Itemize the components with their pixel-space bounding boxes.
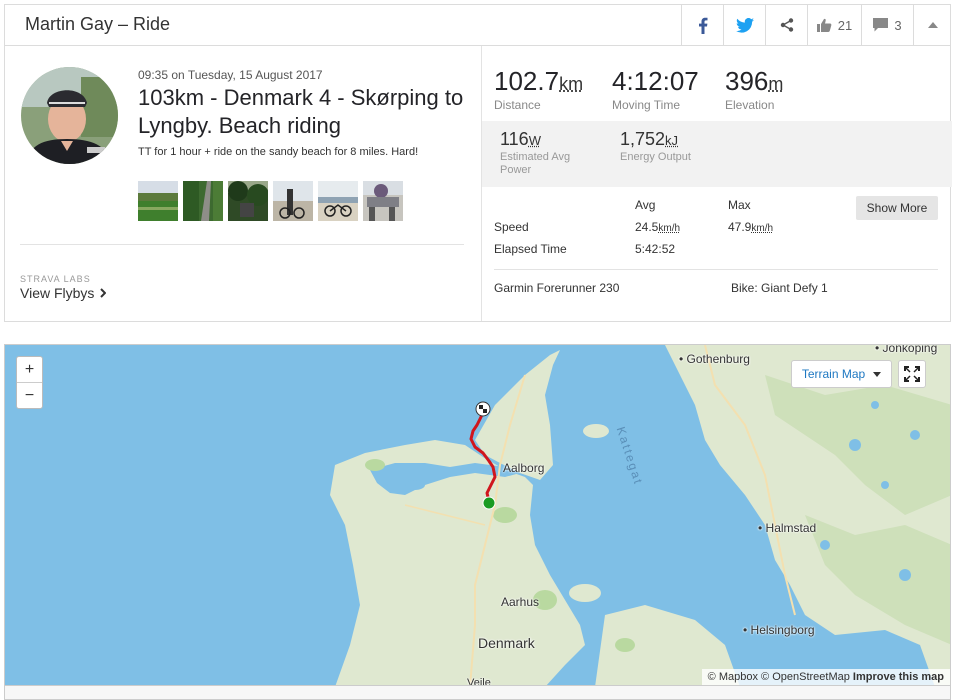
speed-max-unit: km/h: [751, 223, 774, 234]
strava-labs-label: STRAVA LABS: [20, 274, 91, 284]
photo-thumbnail[interactable]: [273, 181, 313, 221]
zoom-out-button[interactable]: −: [17, 383, 42, 409]
speed-max: 47.9km/h: [728, 220, 773, 234]
distance-label: Distance: [494, 98, 541, 112]
avg-header: Avg: [635, 198, 656, 212]
bike-name[interactable]: Bike: Giant Defy 1: [731, 281, 828, 295]
moving-time-value: 4:12:07: [612, 66, 699, 96]
thumbs-up-icon: [816, 18, 832, 32]
city-label: • Halmstad: [758, 521, 817, 535]
map-type-dropdown[interactable]: Terrain Map: [791, 360, 892, 388]
improve-map-link[interactable]: Improve this map: [853, 671, 944, 683]
stat-distance: 102.7km Distance: [494, 66, 583, 112]
max-header: Max: [728, 198, 751, 212]
stat-moving-time: 4:12:07 Moving Time: [612, 66, 699, 112]
comments-count: 3: [894, 17, 902, 33]
photo-thumbnail[interactable]: [318, 181, 358, 221]
photo-thumbnail[interactable]: [183, 181, 223, 221]
facebook-share-button[interactable]: [681, 5, 723, 45]
elapsed-label: Elapsed Time: [494, 242, 567, 256]
activity-title: 103km - Denmark 4 - Skørping to Lyngby. …: [138, 85, 464, 138]
twitter-icon: [735, 17, 754, 33]
activity-summary: 09:35 on Tuesday, 15 August 2017 103km -…: [4, 46, 952, 322]
stat-power: 116W Estimated Avg Power: [500, 129, 590, 177]
city-label: Vejle: [467, 677, 491, 686]
osm-attribution-link[interactable]: © OpenStreetMap: [761, 671, 850, 683]
speed-label: Speed: [494, 220, 529, 234]
power-unit: W: [528, 133, 541, 148]
collapse-button[interactable]: [913, 5, 951, 45]
activity-header: Martin Gay – Ride 21 3: [4, 4, 951, 46]
speed-avg-value: 24.5: [635, 220, 659, 234]
view-flybys-link[interactable]: View Flybys: [20, 285, 107, 301]
elevation-unit: m: [768, 74, 784, 94]
photo-thumbnail[interactable]: [363, 181, 403, 221]
elapsed-value: 5:42:52: [635, 242, 676, 256]
page-title: Martin Gay – Ride: [25, 14, 171, 34]
kudos-button[interactable]: 21: [807, 5, 861, 45]
comments-button[interactable]: 3: [861, 5, 913, 45]
energy-value: 1,752: [620, 129, 666, 149]
expand-icon: [904, 366, 920, 382]
chevron-up-icon: [927, 22, 938, 28]
device-name: Garmin Forerunner 230: [494, 281, 620, 295]
start-marker: [482, 496, 496, 510]
city-label: • Helsingborg: [743, 623, 815, 637]
elevation-label: Elevation: [725, 98, 775, 112]
speed-avg: 24.5km/h: [635, 220, 680, 234]
activity-date: 09:35 on Tuesday, 15 August 2017: [138, 68, 323, 82]
route-map[interactable]: + − Terrain Map • Gothenburg • Jönköping…: [4, 344, 951, 686]
elevation-value: 396: [725, 66, 769, 96]
speed-avg-unit: km/h: [658, 223, 681, 234]
chevron-right-icon: [100, 288, 107, 298]
energy-unit: kJ: [665, 133, 679, 148]
city-label: • Jönköping: [875, 344, 938, 355]
divider: [494, 269, 938, 270]
distance-value: 102.7: [494, 66, 560, 96]
country-label: Denmark: [478, 635, 535, 651]
zoom-control: + −: [16, 356, 43, 409]
photo-thumbnail[interactable]: [228, 181, 268, 221]
map-type-label: Terrain Map: [801, 367, 866, 381]
city-label: Aarhus: [501, 595, 540, 609]
activity-details: 09:35 on Tuesday, 15 August 2017 103km -…: [5, 46, 481, 321]
avatar[interactable]: [21, 67, 118, 164]
map-resize-handle[interactable]: [4, 686, 951, 700]
photo-strip: [138, 181, 403, 221]
facebook-icon: [698, 17, 707, 34]
speed-max-value: 47.9: [728, 220, 752, 234]
power-label: Estimated Avg Power: [500, 151, 571, 176]
stat-elevation: 396m Elevation: [725, 66, 783, 112]
show-more-button[interactable]: Show More: [856, 196, 938, 220]
share-icon: [780, 18, 793, 32]
moving-time-label: Moving Time: [612, 98, 681, 112]
share-button[interactable]: [765, 5, 807, 45]
divider: [20, 244, 464, 245]
secondary-stats: 116W Estimated Avg Power 1,752kJ Energy …: [482, 121, 952, 187]
caret-down-icon: [873, 371, 882, 377]
twitter-share-button[interactable]: [723, 5, 765, 45]
comment-icon: [873, 18, 889, 32]
city-label: • Gothenburg: [679, 352, 750, 366]
mapbox-attribution-link[interactable]: © Mapbox: [708, 671, 758, 683]
photo-thumbnail[interactable]: [138, 181, 178, 221]
energy-label: Energy Output: [620, 151, 691, 163]
kudos-count: 21: [837, 17, 853, 33]
zoom-in-button[interactable]: +: [17, 357, 42, 383]
stat-energy: 1,752kJ Energy Output: [620, 129, 710, 164]
map-attribution: © Mapbox © OpenStreetMap Improve this ma…: [701, 669, 950, 685]
fullscreen-button[interactable]: [898, 360, 926, 388]
distance-unit: km: [559, 74, 584, 94]
power-value: 116: [500, 129, 529, 149]
city-label: Aalborg: [503, 461, 545, 475]
activity-stats: 102.7km Distance 4:12:07 Moving Time 396…: [481, 46, 952, 321]
view-flybys-label: View Flybys: [20, 285, 95, 301]
activity-description: TT for 1 hour + ride on the sandy beach …: [138, 146, 419, 158]
